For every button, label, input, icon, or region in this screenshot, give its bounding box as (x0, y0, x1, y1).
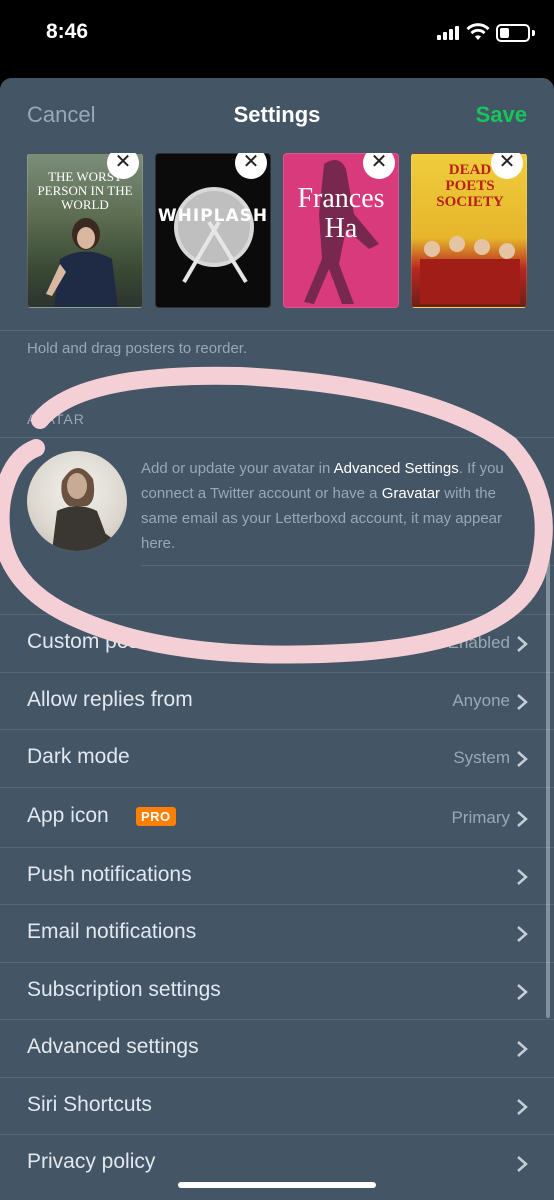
divider (0, 437, 554, 438)
row-label: Push notifications (27, 862, 192, 886)
battery-icon (496, 24, 530, 42)
poster-title: WHIPLASH (157, 206, 269, 226)
pro-badge: PRO (136, 806, 176, 826)
settings-row-dark-mode[interactable]: Dark mode System (0, 729, 554, 787)
row-label: Subscription settings (27, 977, 221, 1001)
settings-list: Custom posters Enabled Allow replies fro… (0, 614, 554, 1192)
settings-row-advanced-settings[interactable]: Advanced settings (0, 1019, 554, 1077)
chevron-right-icon (517, 636, 528, 652)
settings-row-siri-shortcuts[interactable]: Siri Shortcuts (0, 1076, 554, 1135)
chevron-right-icon (517, 926, 528, 942)
chevron-right-icon (517, 751, 528, 767)
row-value: Enabled (447, 633, 510, 652)
favorite-posters: THE WORST PERSON IN THE WORLD ✕ WHIPLASH… (0, 147, 554, 313)
home-indicator[interactable] (178, 1182, 376, 1188)
chevron-right-icon (517, 1041, 528, 1057)
settings-row-subscription-settings[interactable]: Subscription settings (0, 961, 554, 1020)
poster-title: Frances Ha (297, 183, 385, 244)
posters-hint: Hold and drag posters to reorder. (27, 340, 248, 357)
row-label: Dark mode (27, 745, 130, 768)
chevron-right-icon (517, 983, 528, 1000)
settings-row-custom-posters[interactable]: Custom posters Enabled (0, 614, 554, 672)
settings-row-allow-replies[interactable]: Allow replies from Anyone (0, 671, 554, 730)
avatar (27, 451, 127, 551)
status-time: 8:46 (46, 20, 89, 43)
divider (0, 330, 554, 331)
chevron-right-icon (517, 693, 528, 710)
cancel-button[interactable]: Cancel (27, 102, 95, 128)
avatar-section-header: AVATAR (27, 411, 85, 427)
gravatar-link[interactable]: Gravatar (382, 485, 440, 502)
advanced-settings-link[interactable]: Advanced Settings (334, 460, 459, 477)
status-bar: 8:46 (0, 0, 554, 70)
row-label: Siri Shortcuts (27, 1092, 152, 1116)
settings-row-app-icon[interactable]: App icon PRO Primary (0, 786, 554, 847)
chevron-right-icon (517, 810, 528, 827)
scrollbar[interactable] (546, 498, 550, 1018)
row-label: Email notifications (27, 920, 197, 943)
chevron-right-icon (517, 1156, 528, 1172)
nav-bar: Cancel Settings Save (0, 78, 554, 153)
chevron-right-icon (517, 868, 528, 885)
row-value: System (453, 748, 510, 767)
row-label: Advanced settings (27, 1035, 199, 1058)
row-label: Custom posters (27, 630, 175, 653)
row-value: Primary (451, 807, 510, 827)
wifi-icon (466, 23, 490, 40)
chevron-right-icon (517, 1098, 528, 1115)
cellular-signal-icon (437, 26, 459, 40)
settings-row-email-notifications[interactable]: Email notifications (0, 904, 554, 962)
avatar-description: Add or update your avatar in Advanced Se… (141, 460, 504, 552)
settings-sheet: Cancel Settings Save THE WORST PERSON IN… (0, 78, 554, 1200)
row-value: Anyone (452, 690, 510, 710)
row-label: Allow replies from (27, 687, 193, 711)
row-label: Privacy policy (27, 1150, 156, 1173)
divider (141, 565, 554, 566)
settings-row-push-notifications[interactable]: Push notifications (0, 846, 554, 905)
save-button[interactable]: Save (476, 102, 527, 128)
row-label: App icon (27, 803, 109, 827)
